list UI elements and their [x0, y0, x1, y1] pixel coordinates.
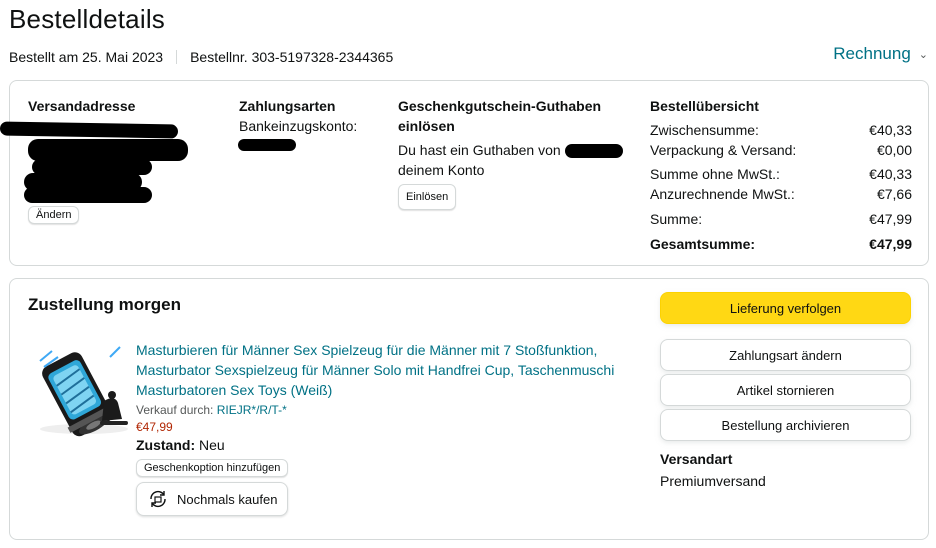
- shipping-method-heading: Versandart: [660, 451, 733, 467]
- change-payment-button[interactable]: Zahlungsart ändern: [660, 339, 911, 371]
- order-meta: Bestellt am 25. Mai 2023 Bestellnr. 303-…: [9, 49, 393, 65]
- redacted-account: [238, 139, 296, 151]
- gift-card-text: Du hast ein Guthaben von deinem Konto: [398, 140, 633, 180]
- redacted-address: [24, 187, 152, 203]
- gift-text-after: deinem Konto: [398, 162, 485, 178]
- shipping-address-section: Versandadresse: [28, 96, 228, 116]
- shipping-address-heading: Versandadresse: [28, 98, 136, 114]
- condition-label: Zustand:: [136, 437, 196, 453]
- add-gift-option-button[interactable]: Geschenkoption hinzufügen: [136, 459, 289, 477]
- payment-method: Bankeinzugskonto:: [239, 118, 358, 134]
- product-info: Masturbieren für Männer Sex Spielzeug fü…: [136, 340, 636, 516]
- cancel-items-button[interactable]: Artikel stornieren: [660, 374, 911, 406]
- order-actions: Lieferung verfolgen Zahlungsart ändern A…: [660, 292, 911, 489]
- shipping-method-value: Premiumversand: [660, 473, 766, 489]
- change-address-button[interactable]: Ändern: [28, 206, 80, 224]
- redacted-address: [28, 139, 188, 161]
- payment-heading: Zahlungsarten: [239, 98, 336, 114]
- summary-value: €40,33: [869, 166, 912, 182]
- redacted-balance: [564, 144, 623, 159]
- summary-label: Summe ohne MwSt.:: [650, 166, 780, 182]
- seller-link[interactable]: RIEJR*/R/T-*: [217, 403, 287, 417]
- address-change-wrap: Ändern: [28, 205, 80, 224]
- page-title: Bestelldetails: [9, 4, 165, 34]
- summary-label: Anzurechnende MwSt.:: [650, 186, 795, 202]
- summary-row: Summe: €47,99: [650, 208, 912, 230]
- buy-again-button[interactable]: Nochmals kaufen: [136, 482, 289, 516]
- archive-order-button[interactable]: Bestellung archivieren: [660, 409, 911, 441]
- gift-card-heading: Geschenkgutschein-Guthaben einlösen: [398, 98, 602, 134]
- delivery-status: Zustellung morgen: [28, 295, 181, 314]
- product-image[interactable]: [32, 337, 136, 437]
- payment-section: Zahlungsarten Bankeinzugskonto:: [239, 96, 389, 136]
- condition-value: Neu: [199, 437, 225, 453]
- invoice-dropdown[interactable]: Rechnung ⌄: [833, 44, 928, 64]
- track-package-button[interactable]: Lieferung verfolgen: [660, 292, 911, 324]
- chevron-down-icon: ⌄: [918, 48, 928, 61]
- redeem-button[interactable]: Einlösen: [398, 184, 457, 210]
- redacted-address: [0, 121, 179, 139]
- summary-row: Verpackung & Versand: €0,00: [650, 139, 912, 161]
- gift-card-section: Geschenkgutschein-Guthaben einlösen Du h…: [398, 96, 633, 210]
- summary-value: €47,99: [869, 211, 912, 227]
- summary-value: €0,00: [876, 142, 912, 158]
- gift-option-wrap: Geschenkoption hinzufügen: [136, 458, 636, 477]
- summary-label: Zwischensumme:: [650, 122, 759, 138]
- seller-prefix: Verkauf durch:: [136, 403, 214, 417]
- summary-label: Verpackung & Versand:: [650, 142, 797, 158]
- order-summary-section: Bestellübersicht Zwischensumme: €40,33 V…: [650, 96, 912, 255]
- invoice-label: Rechnung: [833, 44, 911, 63]
- order-date: Bestellt am 25. Mai 2023: [9, 49, 164, 65]
- total-label: Gesamtsumme:: [650, 236, 756, 252]
- product-condition: Zustand: Neu: [136, 437, 636, 453]
- product-image-graphic: [39, 346, 128, 437]
- shipment-box: Zustellung morgen Masturbieren für Männe…: [9, 278, 929, 540]
- redeem-wrap: Einlösen: [398, 184, 633, 210]
- seller-line: Verkauf durch: RIEJR*/R/T-*: [136, 403, 636, 417]
- order-summary-heading: Bestellübersicht: [650, 98, 759, 114]
- order-details-box: Versandadresse Ändern Zahlungsarten Bank…: [0, 80, 929, 266]
- summary-value: €7,66: [876, 186, 912, 202]
- summary-label: Summe:: [650, 211, 703, 227]
- buy-again-icon: [147, 488, 169, 510]
- summary-value: €40,33: [869, 122, 912, 138]
- product-price: €47,99: [136, 420, 173, 434]
- product-title-link[interactable]: Masturbieren für Männer Sex Spielzeug fü…: [136, 340, 636, 400]
- total-value: €47,99: [869, 236, 912, 252]
- summary-total-row: Gesamtsumme: €47,99: [650, 233, 912, 255]
- divider: [176, 50, 178, 64]
- buy-again-label: Nochmals kaufen: [177, 491, 278, 507]
- summary-row: Anzurechnende MwSt.: €7,66: [650, 183, 912, 205]
- order-number: Bestellnr. 303-5197328-2344365: [190, 49, 394, 65]
- summary-row: Summe ohne MwSt.: €40,33: [650, 163, 912, 185]
- gift-text-before: Du hast ein Guthaben von: [398, 142, 561, 158]
- summary-row: Zwischensumme: €40,33: [650, 119, 912, 141]
